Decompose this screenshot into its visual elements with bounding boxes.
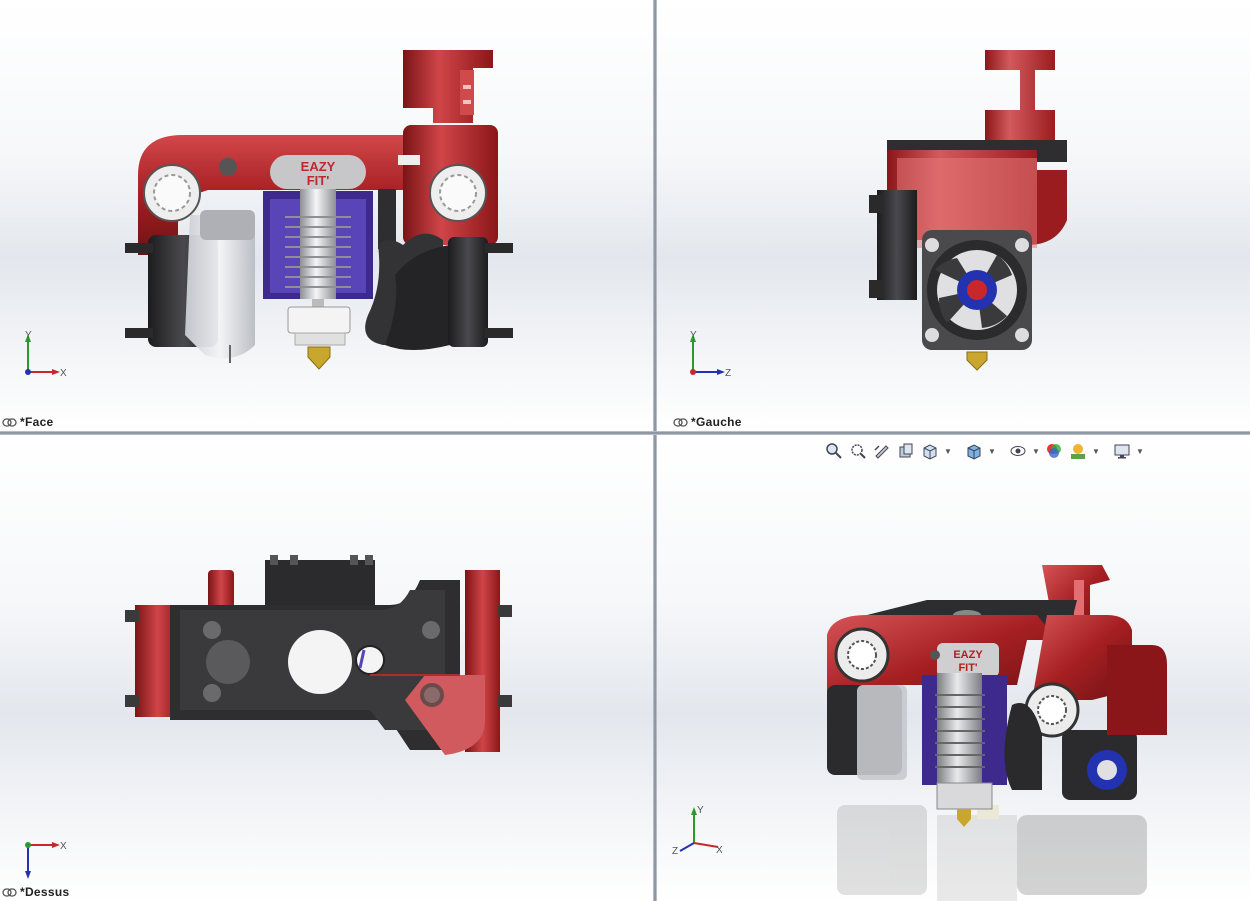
- display-style-icon[interactable]: [963, 440, 985, 462]
- chevron-down-icon[interactable]: ▼: [987, 440, 997, 462]
- view-settings-icon[interactable]: [1111, 440, 1133, 462]
- link-icon: [2, 417, 17, 427]
- model-top-view[interactable]: [120, 550, 520, 760]
- viewport-gauche[interactable]: Y Z *Gauche: [657, 0, 1250, 431]
- previous-view-icon[interactable]: [871, 440, 893, 462]
- triad-label-right: X: [716, 845, 722, 855]
- zoom-to-area-icon[interactable]: [847, 440, 869, 462]
- coordinate-triad-face: Y X: [25, 330, 67, 379]
- edit-appearance-icon[interactable]: [1043, 440, 1065, 462]
- triad-label-up: Y: [690, 330, 697, 341]
- chevron-down-icon[interactable]: ▼: [1135, 440, 1145, 462]
- viewport-label-gauche[interactable]: *Gauche: [673, 415, 742, 429]
- view-orientation-icon[interactable]: [919, 440, 941, 462]
- link-icon: [673, 417, 688, 427]
- model-front-view[interactable]: EAZY FIT': [120, 45, 520, 375]
- triad-label-right: Z: [725, 368, 731, 379]
- link-icon: [2, 887, 17, 897]
- viewport-name: *Face: [20, 415, 54, 429]
- triad-label-up: Y: [697, 805, 704, 816]
- triad-label-up: Y: [25, 330, 32, 341]
- chevron-down-icon[interactable]: ▼: [1031, 440, 1041, 462]
- coordinate-triad-dessus: X: [25, 841, 67, 879]
- viewport-face[interactable]: EAZY FIT' Y X *Face: [0, 0, 653, 431]
- vertical-splitter[interactable]: [653, 0, 657, 901]
- viewport-name: *Gauche: [691, 415, 742, 429]
- viewport-dessus[interactable]: X *Dessus: [0, 435, 653, 901]
- coordinate-triad-gauche: Y Z: [690, 330, 731, 379]
- model-isometric-view[interactable]: EAZY FIT': [817, 555, 1177, 901]
- zoom-to-fit-icon[interactable]: [823, 440, 845, 462]
- chevron-down-icon[interactable]: ▼: [943, 440, 953, 462]
- brand-text-line1: EAZY: [301, 159, 336, 174]
- viewport-label-face[interactable]: *Face: [2, 415, 54, 429]
- triad-label-right: X: [60, 368, 67, 379]
- brand-text-line2: FIT': [958, 662, 977, 674]
- section-view-icon[interactable]: [895, 440, 917, 462]
- model-left-view[interactable]: [857, 40, 1087, 380]
- hide-show-items-icon[interactable]: [1007, 440, 1029, 462]
- brand-text-line1: EAZY: [953, 649, 983, 661]
- triad-label-right: X: [60, 841, 67, 852]
- viewport-label-dessus[interactable]: *Dessus: [2, 885, 69, 899]
- triad-label-left: Z: [672, 846, 678, 855]
- heads-up-view-toolbar: ▼ ▼ ▼ ▼ ▼: [823, 440, 1145, 462]
- apply-scene-icon[interactable]: [1067, 440, 1089, 462]
- chevron-down-icon[interactable]: ▼: [1091, 440, 1101, 462]
- viewport-isometric[interactable]: ▼ ▼ ▼ ▼ ▼ EAZY FIT' Y X Z: [657, 435, 1250, 901]
- viewport-name: *Dessus: [20, 885, 70, 899]
- coordinate-triad-isometric: Y X Z: [672, 805, 722, 855]
- brand-text-line2: FIT': [307, 173, 330, 188]
- horizontal-splitter[interactable]: [0, 431, 1250, 435]
